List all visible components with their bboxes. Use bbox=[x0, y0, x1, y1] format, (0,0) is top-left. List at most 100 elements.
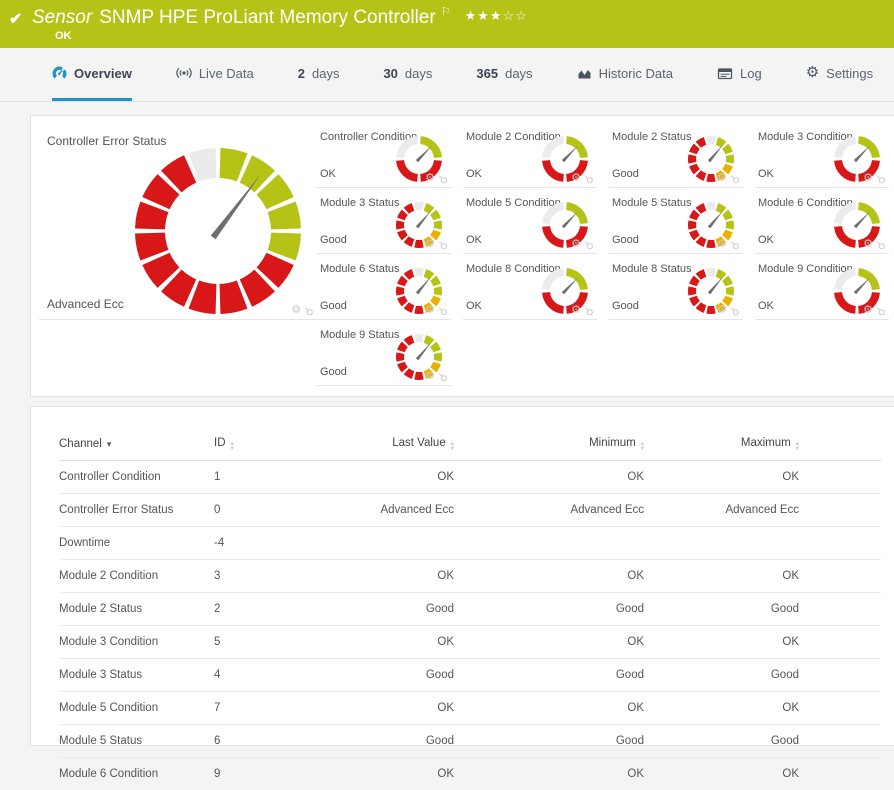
pin-icon[interactable]: ⚲ bbox=[435, 304, 448, 317]
pin-icon[interactable]: ⚲ bbox=[581, 238, 594, 251]
gauge-cell-icons: ⚙⚲ bbox=[717, 239, 738, 250]
live-data-icon bbox=[176, 66, 192, 80]
star-filled-icon[interactable]: ★ bbox=[490, 8, 503, 23]
gauge-cell-icons: ⚙⚲ bbox=[863, 173, 884, 184]
gauge-value: OK bbox=[758, 168, 774, 180]
gauge-cell-icons: ⚙⚲ bbox=[863, 239, 884, 250]
maximum-value: Good bbox=[644, 725, 799, 758]
pin-icon[interactable]: ⚲ bbox=[435, 370, 448, 383]
sort-toggle-icon: ▴▾ bbox=[796, 442, 799, 451]
sort-toggle-icon: ▴▾ bbox=[641, 442, 644, 451]
maximum-value: OK bbox=[644, 692, 799, 725]
gear-icon[interactable]: ⚙ bbox=[863, 305, 873, 316]
gauge-cell-controller-condition[interactable]: Controller ConditionOK⚙⚲ bbox=[317, 122, 451, 188]
gauge-cell-module-6-status[interactable]: Module 6 StatusGood⚙⚲ bbox=[317, 254, 451, 320]
minimum-value: OK bbox=[454, 560, 644, 593]
pin-icon[interactable]: ⚲ bbox=[727, 304, 740, 317]
last-value: OK bbox=[299, 758, 454, 790]
last-value: OK bbox=[299, 560, 454, 593]
sensor-type-label: Sensor bbox=[32, 7, 92, 28]
status-ok-check-icon: ✔ bbox=[9, 9, 22, 29]
maximum-value: OK bbox=[644, 560, 799, 593]
gauge-value: OK bbox=[466, 300, 482, 312]
pin-icon[interactable]: ⚲ bbox=[873, 172, 886, 185]
tab-bar: Overview Live Data 2days 30days 365days His… bbox=[0, 48, 894, 102]
channel-actions-cell: ⚙⚙ bbox=[799, 626, 881, 659]
pin-icon[interactable]: ⚲ bbox=[727, 238, 740, 251]
gear-icon[interactable]: ⚙ bbox=[425, 305, 435, 316]
gauge-cell-module-9-condition[interactable]: Module 9 ConditionOK⚙⚲ bbox=[755, 254, 889, 320]
pin-icon[interactable]: ⚲ bbox=[873, 238, 886, 251]
gear-icon[interactable]: ⚙ bbox=[717, 305, 727, 316]
tab-number: 30 bbox=[383, 66, 397, 81]
gauge-cell-module-6-condition[interactable]: Module 6 ConditionOK⚙⚲ bbox=[755, 188, 889, 254]
flag-icon[interactable]: ⚐ bbox=[441, 6, 451, 18]
pin-icon[interactable]: ⚲ bbox=[873, 304, 886, 317]
column-header-channel[interactable]: Channel▾ bbox=[59, 429, 214, 461]
gear-icon[interactable]: ⚙ bbox=[571, 305, 581, 316]
gauge-cell-module-8-condition[interactable]: Module 8 ConditionOK⚙⚲ bbox=[463, 254, 597, 320]
gauges-panel: Controller Error Status Advanced Ecc ⚙ ⚲… bbox=[30, 115, 894, 397]
tab-2-days[interactable]: 2days bbox=[298, 48, 340, 101]
gear-icon[interactable]: ⚙ bbox=[571, 173, 581, 184]
column-header-minimum[interactable]: Minimum▴▾ bbox=[454, 429, 644, 461]
gear-icon[interactable]: ⚙ bbox=[717, 173, 727, 184]
pin-icon[interactable]: ⚲ bbox=[435, 238, 448, 251]
channel-actions-cell: ⚙⚙ bbox=[799, 692, 881, 725]
gauge-cell-module-2-status[interactable]: Module 2 StatusGood⚙⚲ bbox=[609, 122, 743, 188]
gear-icon[interactable]: ⚙ bbox=[425, 239, 435, 250]
gauge-cell-controller-error-status[interactable]: Controller Error Status Advanced Ecc ⚙ ⚲ bbox=[39, 122, 317, 320]
star-empty-icon[interactable]: ☆ bbox=[515, 8, 528, 23]
channel-name: Controller Condition bbox=[59, 461, 214, 494]
sensor-header: ✔ Sensor SNMP HPE ProLiant Memory Control… bbox=[0, 0, 894, 48]
gauge-cell-module-3-status[interactable]: Module 3 StatusGood⚙⚲ bbox=[317, 188, 451, 254]
channel-actions-cell: ⚙⚙ bbox=[799, 494, 881, 527]
tab-label: Historic Data bbox=[599, 66, 673, 81]
gear-icon[interactable]: ⚙ bbox=[291, 305, 301, 316]
column-header-maximum[interactable]: Maximum▴▾ bbox=[644, 429, 799, 461]
gauge-cell-module-2-condition[interactable]: Module 2 ConditionOK⚙⚲ bbox=[463, 122, 597, 188]
gauge-cell-module-5-status[interactable]: Module 5 StatusGood⚙⚲ bbox=[609, 188, 743, 254]
column-label: ID bbox=[214, 437, 226, 449]
last-value: Good bbox=[299, 725, 454, 758]
pin-icon[interactable]: ⚲ bbox=[581, 172, 594, 185]
table-row: Module 5 Condition7OKOKOK⚙⚙ bbox=[59, 692, 881, 725]
gauge-cell-module-5-condition[interactable]: Module 5 ConditionOK⚙⚲ bbox=[463, 188, 597, 254]
gauge-cell-icons: ⚙⚲ bbox=[863, 305, 884, 316]
maximum-value: OK bbox=[644, 626, 799, 659]
maximum-value: Good bbox=[644, 593, 799, 626]
column-header-last-value[interactable]: Last Value▴▾ bbox=[299, 429, 454, 461]
tab-label: Overview bbox=[74, 66, 132, 81]
pin-icon[interactable]: ⚲ bbox=[581, 304, 594, 317]
gear-icon[interactable]: ⚙ bbox=[571, 239, 581, 250]
tab-overview[interactable]: Overview bbox=[52, 48, 132, 101]
tab-log[interactable]: Log bbox=[717, 48, 762, 101]
star-filled-icon[interactable]: ★ bbox=[465, 8, 478, 23]
gear-icon[interactable]: ⚙ bbox=[425, 173, 435, 184]
gauge-cell-module-8-status[interactable]: Module 8 StatusGood⚙⚲ bbox=[609, 254, 743, 320]
tab-30-days[interactable]: 30days bbox=[383, 48, 432, 101]
minimum-value: OK bbox=[454, 626, 644, 659]
tab-live-data[interactable]: Live Data bbox=[176, 48, 254, 101]
pin-icon[interactable]: ⚲ bbox=[301, 304, 314, 317]
tab-number: 2 bbox=[298, 66, 305, 81]
gauge-cell-module-9-status[interactable]: Module 9 StatusGood⚙⚲ bbox=[317, 320, 451, 386]
pin-icon[interactable]: ⚲ bbox=[435, 172, 448, 185]
sort-toggle-icon: ▴▾ bbox=[451, 442, 454, 451]
tab-historic-data[interactable]: Historic Data bbox=[577, 48, 673, 101]
tab-settings[interactable]: ⚙Settings bbox=[806, 48, 873, 101]
gauge-cell-icons: ⚙⚲ bbox=[571, 239, 592, 250]
gear-icon[interactable]: ⚙ bbox=[425, 371, 435, 382]
star-filled-icon[interactable]: ★ bbox=[477, 8, 490, 23]
column-header-id[interactable]: ID▴▾ bbox=[214, 429, 299, 461]
tab-365-days[interactable]: 365days bbox=[476, 48, 532, 101]
minimum-value: OK bbox=[454, 758, 644, 790]
pin-icon[interactable]: ⚲ bbox=[727, 172, 740, 185]
gauge-cell-module-3-condition[interactable]: Module 3 ConditionOK⚙⚲ bbox=[755, 122, 889, 188]
gear-icon[interactable]: ⚙ bbox=[863, 173, 873, 184]
star-empty-icon[interactable]: ☆ bbox=[503, 8, 516, 23]
priority-stars[interactable]: ★★★☆☆ bbox=[465, 8, 528, 23]
sensor-title: SNMP HPE ProLiant Memory Controller bbox=[99, 7, 435, 28]
gear-icon[interactable]: ⚙ bbox=[717, 239, 727, 250]
gear-icon[interactable]: ⚙ bbox=[863, 239, 873, 250]
